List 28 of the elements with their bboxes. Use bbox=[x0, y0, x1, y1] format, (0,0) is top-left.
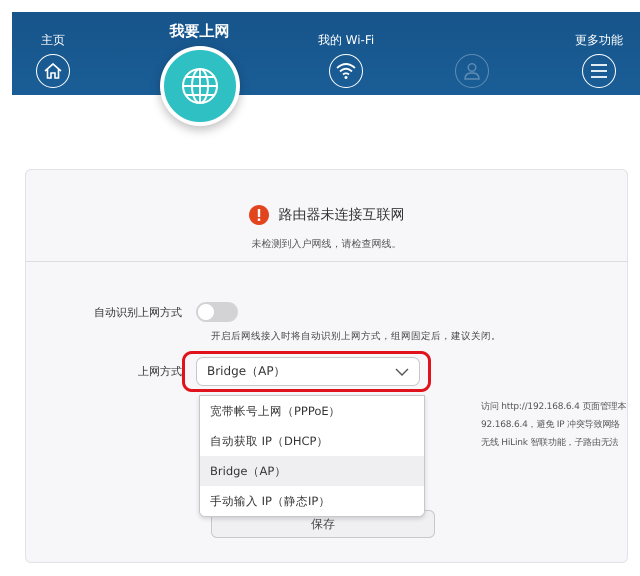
chevron-icon bbox=[395, 368, 409, 376]
warning-icon bbox=[248, 205, 268, 225]
dropdown-option[interactable]: 手动输入 IP（静态IP） bbox=[200, 486, 424, 516]
wifi-icon bbox=[335, 61, 358, 81]
nav-label: 我的 Wi-Fi bbox=[318, 32, 374, 48]
globe-icon bbox=[180, 66, 220, 106]
nav-button[interactable] bbox=[329, 54, 364, 88]
field-label: 上网方式 bbox=[137, 364, 183, 379]
select-field[interactable]: Bridge（AP） bbox=[196, 357, 420, 386]
nav-button[interactable] bbox=[36, 54, 70, 88]
help-text: 访问 http://192.168.6.4 页面管理本 bbox=[481, 400, 626, 414]
nav-label: 主页 bbox=[41, 32, 66, 48]
field-label: 自动识别上网方式 bbox=[93, 304, 183, 320]
status-message: 未检测到入户网线，请检查网线。 bbox=[252, 238, 402, 251]
status-title: 路由器未连接互联网 bbox=[278, 206, 404, 224]
home-icon bbox=[43, 61, 64, 81]
dropdown-option[interactable]: 宽带帐号上网（PPPoE） bbox=[200, 396, 424, 426]
toggle-switch[interactable] bbox=[196, 302, 238, 322]
help-text: 无线 HiLink 智联功能，子路由无法 bbox=[481, 436, 618, 450]
help-text: 92.168.6.4，避免 IP 冲突导致网络 bbox=[481, 418, 620, 432]
menu-icon bbox=[590, 64, 608, 78]
hint-text: 开启后网线接入时将自动识别上网方式，组网固定后，建议关闭。 bbox=[211, 330, 502, 343]
dropdown-option[interactable]: Bridge（AP） bbox=[200, 456, 424, 486]
nav-label: 更多功能 bbox=[574, 32, 623, 48]
dropdown-option[interactable]: 自动获取 IP（DHCP） bbox=[200, 426, 424, 456]
user-icon bbox=[462, 61, 482, 81]
nav-button[interactable] bbox=[582, 54, 616, 88]
nav-label: 我要上网 bbox=[170, 22, 230, 38]
